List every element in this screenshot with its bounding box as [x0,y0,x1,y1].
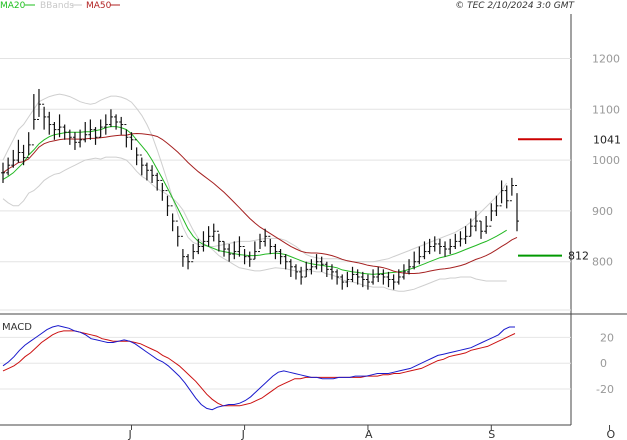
price-tick-label: 800 [592,256,613,269]
legend-bbands-label: BBands [40,1,74,11]
price-tick-label: 1000 [592,154,620,167]
price-bar [211,223,216,242]
price-bar [509,177,514,202]
legend-ma50-label: MA50 [86,1,112,11]
price-bar [1,162,5,183]
price-bar [381,269,386,285]
price-bar [119,116,124,135]
price-bar [448,238,453,255]
bollinger-upper-line [2,93,508,263]
price-bar [293,264,298,280]
legend: MA20 BBands MA50 [0,1,120,11]
macd-title: MACD [2,322,32,333]
macd-tick-label: -20 [596,383,614,396]
price-bar [258,233,262,253]
price-bar [247,251,252,267]
month-axis: JJASO [128,425,616,440]
price-tick-label: 900 [592,205,613,218]
price-bar [473,210,478,232]
price-bar [484,216,489,234]
month-label: J [128,428,132,440]
price-bar [412,251,417,270]
price-bar [437,238,442,255]
price-bar [371,269,376,285]
price-bar [216,230,221,252]
price-bar [515,185,519,232]
price-marker-label: 1041 [593,133,621,146]
price-bar [144,162,149,181]
price-bar [124,124,129,148]
price-bar [268,235,273,255]
price-bar [391,274,396,290]
legend-ma20-label: MA20 [0,1,26,11]
price-bar [93,127,98,145]
price-bar [170,205,175,232]
price-bar [479,220,484,239]
price-bar [401,264,406,280]
price-bar [489,203,494,227]
price-bar [72,132,77,150]
macd-signal-line [2,330,516,407]
price-bar [299,266,304,285]
price-bar [196,238,201,255]
stock-chart: 1041 812 800 900 1000 1100 1200 MACD 20 0 -20 J J… [0,1,627,440]
price-axis: 800 900 1000 1100 1200 [592,52,620,268]
price-marker-label: 812 [568,250,589,263]
price-bar [62,124,67,140]
price-markers: 1041 812 [518,133,621,263]
price-bar [304,261,309,278]
macd-tick-label: 0 [600,357,607,370]
price-bar [139,154,144,176]
price-bar [432,236,437,252]
price-tick-label: 1200 [592,52,620,65]
price-bar [324,261,329,277]
price-bar [340,274,345,290]
month-label: O [607,428,616,440]
price-gridlines [0,57,571,311]
price-bar [88,119,93,140]
price-bar [180,235,185,267]
price-bar [365,274,370,290]
price-bar [47,111,52,135]
price-bar [252,241,257,260]
macd-tick-label: 20 [600,331,614,344]
price-bar [345,271,350,288]
price-bar [191,243,196,263]
price-bar [16,139,21,163]
price-bar [52,122,57,140]
price-tick-label: 1100 [592,103,620,116]
price-bar [175,220,180,247]
price-bar [458,231,463,247]
price-bar [98,119,103,138]
price-bar [499,180,504,207]
macd-panel: MACD 20 0 -20 [0,322,614,411]
month-label: J [241,428,245,440]
price-bar [443,241,448,257]
price-bar [31,94,36,146]
price-bar [134,139,139,166]
month-label: A [365,428,373,440]
month-label: S [488,428,495,440]
price-bar [103,114,108,135]
price-bars [1,88,519,290]
price-bar [386,271,391,288]
price-bar [335,269,340,285]
price-bar [42,103,47,130]
price-bar [504,185,509,209]
price-bar [350,266,355,283]
price-bar [232,241,237,260]
price-bar [273,243,278,260]
price-bar [453,233,458,250]
price-bar [237,236,242,257]
price-bar [463,226,468,244]
price-bar [355,269,360,285]
price-bar [150,165,155,183]
price-bar [108,109,113,128]
copyright-text: © TEC 2/10/2024 3:0 GMT [455,1,575,11]
macd-line [2,325,515,411]
price-bar [427,238,432,255]
price-bar [206,226,211,247]
